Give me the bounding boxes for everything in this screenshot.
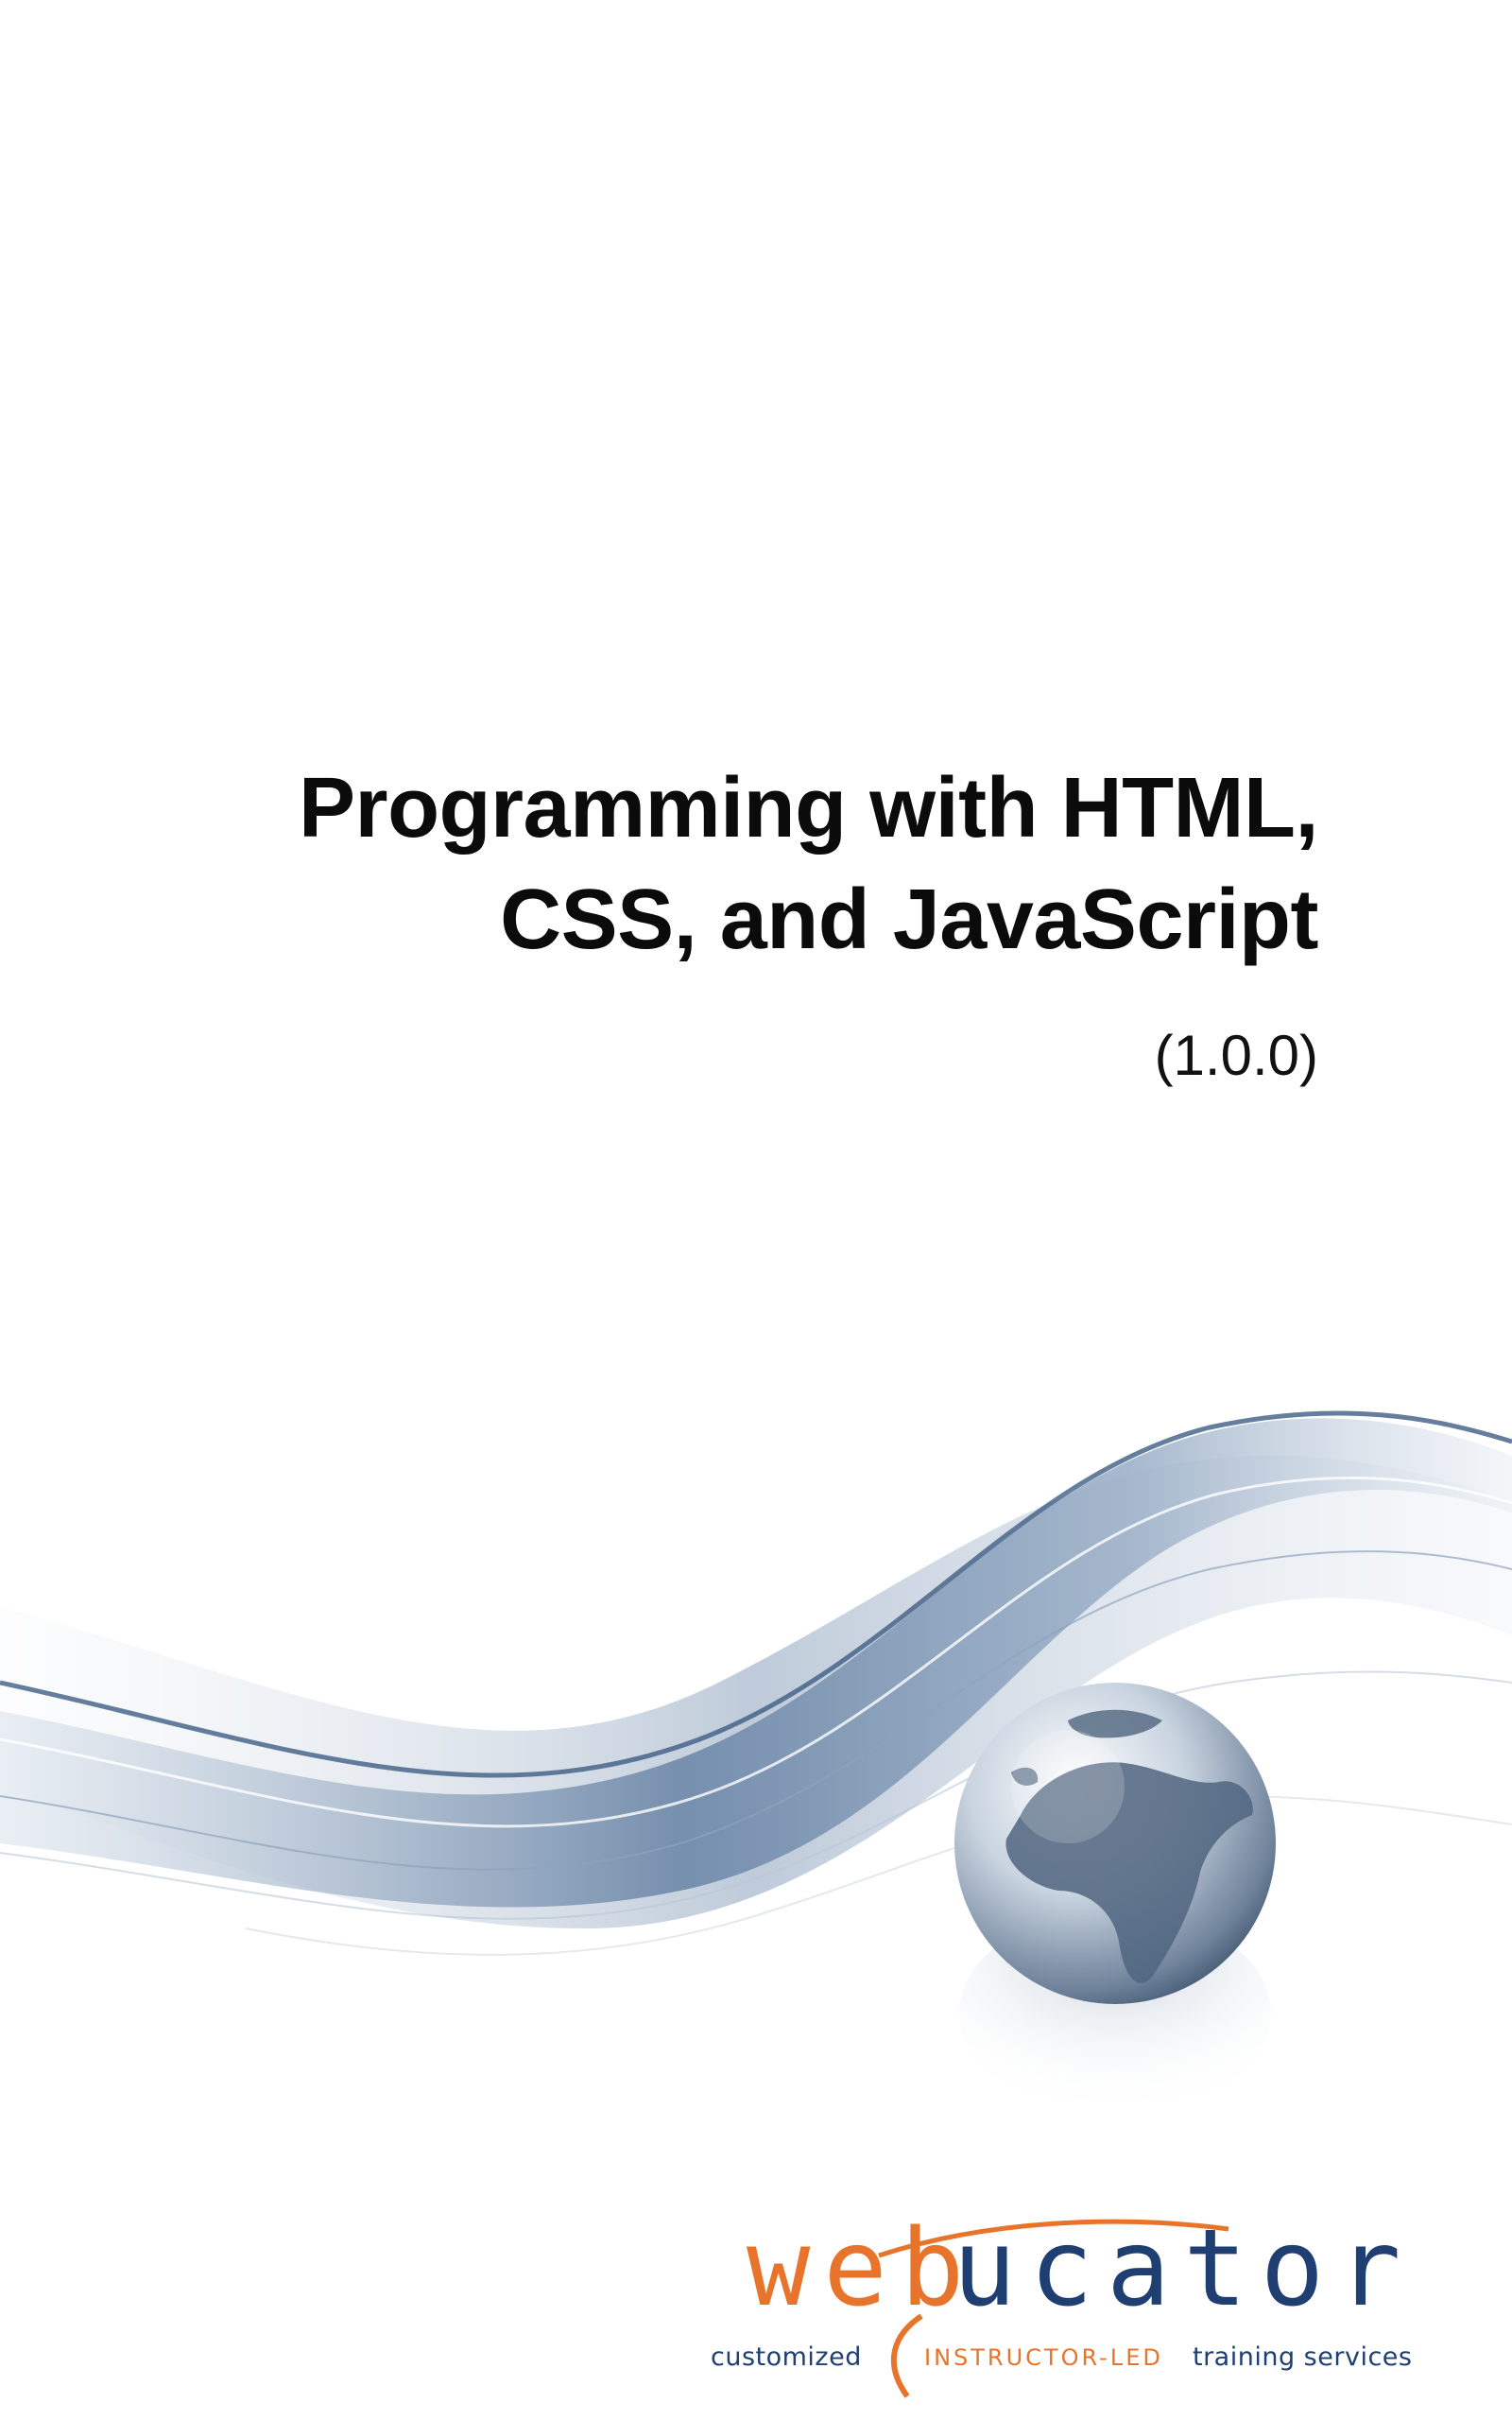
book-cover: Programming with HTML, CSS, and JavaScri… <box>0 0 1512 2420</box>
logo-word-web: web <box>747 2207 978 2330</box>
logo-word-ucator: ucator <box>953 2207 1415 2330</box>
logo-tagline-customized: customized <box>711 2342 862 2372</box>
logo-tagline-training-services: training services <box>1193 2342 1413 2372</box>
wave-band-main <box>0 1418 1512 1908</box>
logo-tagline-instructor-led: INSTRUCTOR-LED <box>924 2344 1163 2371</box>
book-title-line-2: CSS, and JavaScript <box>500 873 1318 967</box>
book-title: Programming with HTML, CSS, and JavaScri… <box>90 752 1318 976</box>
book-version: (1.0.0) <box>1154 1024 1318 1087</box>
globe-icon <box>954 1683 1276 2004</box>
wave-globe-illustration <box>0 1410 1512 2118</box>
book-title-line-1: Programming with HTML, <box>299 761 1318 856</box>
